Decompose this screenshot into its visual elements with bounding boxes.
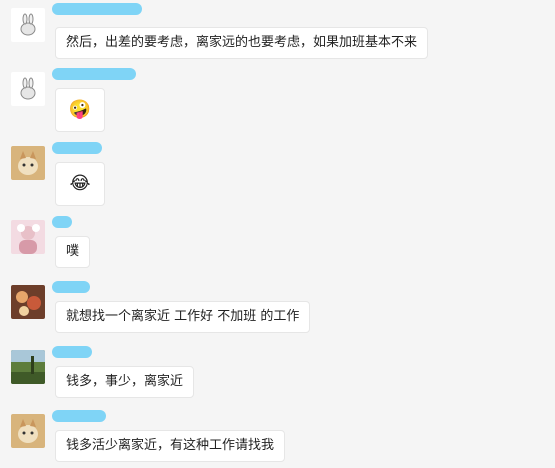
sender-name (52, 68, 136, 80)
avatar[interactable] (11, 350, 45, 384)
message-bubble[interactable]: 钱多，事少，离家近 (55, 366, 195, 398)
avatar[interactable] (11, 285, 45, 319)
avatar[interactable] (11, 220, 45, 254)
message-bubble[interactable]: 钱多活少离家近，有这种工作请找我 (55, 430, 286, 462)
sender-name (52, 410, 106, 422)
sender-name (52, 3, 142, 15)
message-bubble[interactable]: 噗 (55, 236, 91, 268)
face-with-tongue-emoji[interactable]: 🤪 (55, 88, 105, 132)
avatar[interactable] (11, 146, 45, 180)
sender-name (52, 346, 92, 358)
sender-name (52, 216, 72, 228)
avatar[interactable] (11, 72, 45, 106)
message-bubble[interactable]: 然后，出差的要考虑，离家远的也要考虑，如果加班基本不来 (55, 27, 429, 59)
sender-name (52, 281, 90, 293)
message-bubble[interactable]: 就想找一个离家近 工作好 不加班 的工作 (55, 301, 311, 333)
avatar[interactable] (11, 8, 45, 42)
sender-name (52, 142, 102, 154)
chat-history: 然后，出差的要考虑，离家远的也要考虑，如果加班基本不来 🤪 😂 噗 就想找一个离… (0, 0, 555, 468)
tears-of-joy-emoji[interactable]: 😂 (55, 162, 105, 206)
avatar[interactable] (11, 414, 45, 448)
